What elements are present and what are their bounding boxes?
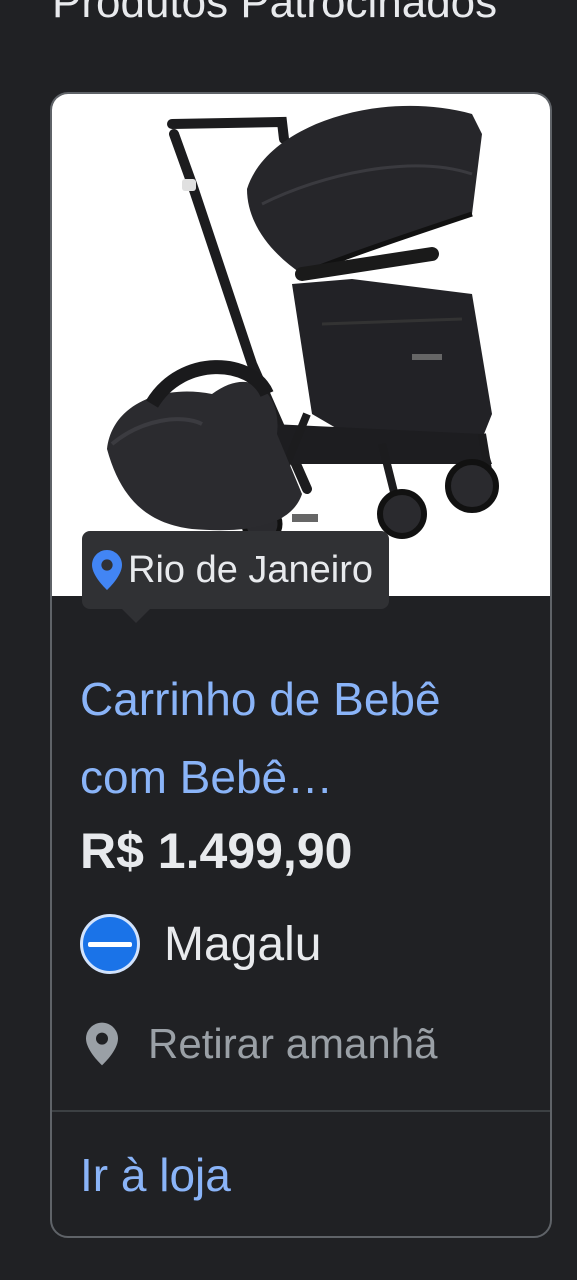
product-image[interactable] [52,94,550,596]
map-pin-icon [86,1022,118,1066]
product-title-link[interactable]: Carrinho de Bebê com Bebê… [80,660,520,816]
store-logo-mark [88,941,132,947]
store-row: Magalu [80,914,321,974]
pickup-row: Retirar amanhã [86,1020,437,1068]
pickup-text: Retirar amanhã [148,1020,438,1067]
go-to-store-link[interactable]: Ir à loja [80,1148,231,1202]
adjacent-card-edge [568,100,577,1280]
stroller-illustration [107,105,499,545]
location-chip: Rio de Janeiro [82,531,390,623]
product-card[interactable]: Rio de Janeiro Carrinho de Bebê com Bebê… [50,92,552,1238]
location-pin-icon [92,550,122,590]
product-price: R$ 1.499,90 [80,823,353,879]
divider [52,1110,550,1112]
location-label: Rio de Janeiro [128,548,374,591]
store-name: Magalu [164,917,322,971]
section-title: Produtos Patrocinados [52,0,498,27]
store-logo [80,914,140,974]
